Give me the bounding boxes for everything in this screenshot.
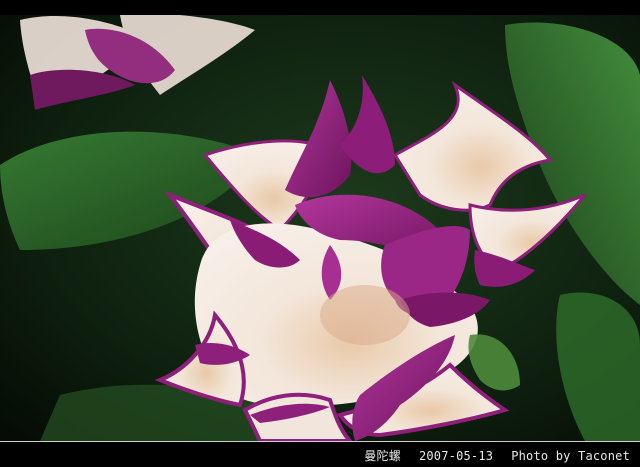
photo-frame: 曼陀螺 2007-05-13 Photo by Taconet xyxy=(0,0,640,467)
flower-photo xyxy=(0,15,640,441)
caption-bar: 曼陀螺 2007-05-13 Photo by Taconet xyxy=(0,441,640,467)
caption-title: 曼陀螺 xyxy=(364,449,401,463)
caption-divider xyxy=(0,441,640,442)
caption-credit: Photo by Taconet xyxy=(511,449,630,463)
flower-photo-drawing xyxy=(0,15,640,441)
caption-date: 2007-05-13 xyxy=(418,449,494,463)
top-border xyxy=(0,0,640,15)
photo-caption: 曼陀螺 2007-05-13 Photo by Taconet xyxy=(364,447,630,464)
